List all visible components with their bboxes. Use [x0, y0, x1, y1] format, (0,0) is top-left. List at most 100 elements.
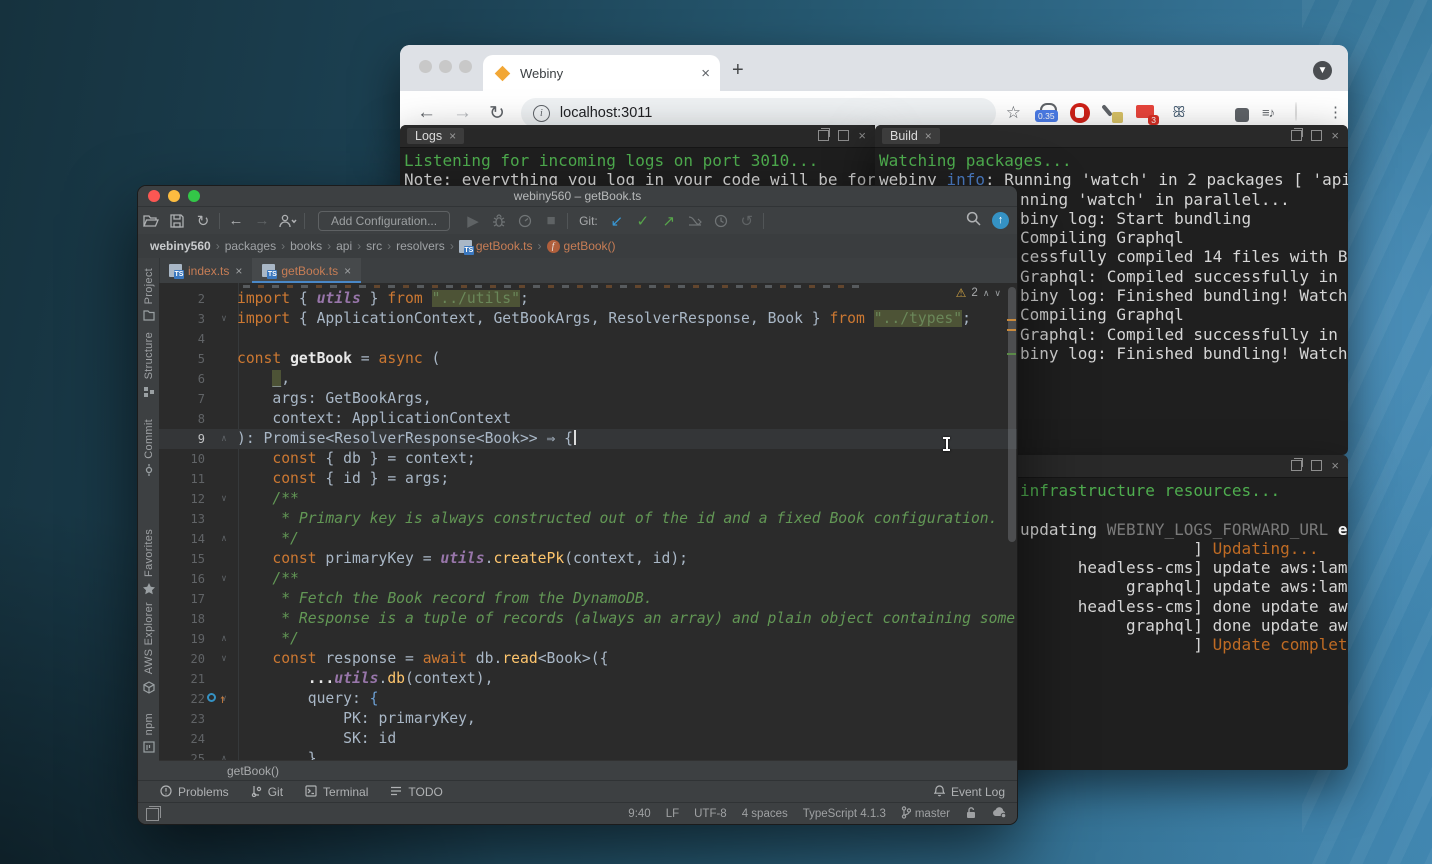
- browser-close-button[interactable]: [419, 60, 432, 73]
- next-warning-icon[interactable]: ∨: [994, 288, 1001, 299]
- change-stripe-mark[interactable]: [1007, 353, 1016, 355]
- maximize-icon[interactable]: [1311, 460, 1322, 471]
- breadcrumb-item[interactable]: api: [336, 239, 352, 253]
- editor-tab-index.ts[interactable]: TSindex.ts×: [159, 258, 252, 283]
- adblock-extension-icon[interactable]: [1070, 103, 1090, 123]
- git-merge-icon[interactable]: [682, 212, 708, 229]
- git-commit-check-icon[interactable]: ✓: [630, 212, 656, 230]
- restore-icon[interactable]: [1291, 460, 1302, 471]
- build-tab[interactable]: Build×: [882, 128, 940, 144]
- history-clock-icon[interactable]: [708, 212, 734, 229]
- inspection-widget[interactable]: ⚠ 2 ∧ ∨: [956, 286, 1001, 300]
- stop-icon[interactable]: ■: [538, 212, 564, 229]
- breadcrumb-item[interactable]: books: [290, 239, 322, 253]
- unlocked-icon[interactable]: [965, 806, 977, 822]
- url-text[interactable]: localhost:3011: [560, 105, 652, 121]
- logs-titlebar[interactable]: Logs× ×: [400, 125, 875, 148]
- playlist-extension-icon[interactable]: ≡♪: [1262, 103, 1282, 123]
- status-caret-position[interactable]: 9:40: [628, 808, 650, 820]
- close-icon[interactable]: ×: [449, 129, 456, 143]
- maximize-icon[interactable]: [1311, 130, 1322, 141]
- shield-extension-icon[interactable]: [1202, 103, 1222, 123]
- warning-stripe-mark[interactable]: [1007, 329, 1016, 331]
- status-indent-style[interactable]: 4 spaces: [742, 808, 788, 820]
- close-icon[interactable]: ×: [344, 264, 351, 278]
- ide-minimize-button[interactable]: [168, 190, 180, 202]
- ide-close-button[interactable]: [148, 190, 160, 202]
- search-everywhere-icon[interactable]: [966, 211, 981, 231]
- fold-marker[interactable]: ∨: [217, 489, 231, 509]
- fold-marker[interactable]: ∨: [217, 649, 231, 669]
- browser-menu-icon[interactable]: ⋮: [1328, 103, 1348, 123]
- navigate-forward-icon[interactable]: →: [249, 212, 275, 229]
- ide-zoom-button[interactable]: [188, 190, 200, 202]
- browser-zoom-button[interactable]: [459, 60, 472, 73]
- breadcrumb-item[interactable]: packages: [225, 239, 276, 253]
- breadcrumb-file[interactable]: TSgetBook.ts: [459, 239, 533, 253]
- open-folder-icon[interactable]: [138, 212, 164, 229]
- sidebar-item-commit[interactable]: Commit: [138, 419, 159, 480]
- warning-stripe-mark[interactable]: [1007, 319, 1016, 321]
- back-icon[interactable]: ←: [417, 102, 436, 124]
- breadcrumb-item[interactable]: src: [366, 239, 382, 253]
- tab-close-icon[interactable]: ×: [701, 65, 710, 82]
- status-typescript-version[interactable]: TypeScript 4.1.3: [803, 808, 886, 820]
- colorpicker-extension-icon[interactable]: [1103, 103, 1123, 123]
- code-editor[interactable]: 2import { utils } from "../utils";3∨impo…: [159, 283, 1017, 763]
- toolwindow-button-todo[interactable]: TODO: [390, 785, 442, 799]
- git-update-icon[interactable]: ↙: [604, 212, 630, 230]
- fold-marker[interactable]: ∧: [217, 529, 231, 549]
- fold-marker[interactable]: ∧: [217, 629, 231, 649]
- reload-icon[interactable]: ↻: [489, 102, 505, 125]
- add-configuration-button[interactable]: Add Configuration...: [318, 211, 450, 231]
- close-icon[interactable]: ×: [1331, 131, 1339, 140]
- editor-scrollbar[interactable]: [1008, 287, 1016, 542]
- rollback-icon[interactable]: ↺: [734, 212, 760, 230]
- sidebar-item-npm[interactable]: npm: [138, 713, 159, 756]
- bookmark-star-icon[interactable]: ☆: [1006, 103, 1021, 123]
- forward-icon[interactable]: →: [453, 102, 472, 124]
- close-icon[interactable]: ×: [1331, 461, 1339, 470]
- toolwindow-button-problems[interactable]: Problems: [160, 785, 229, 800]
- user-dropdown-icon[interactable]: [275, 212, 301, 229]
- fold-marker[interactable]: ∨: [217, 569, 231, 589]
- save-icon[interactable]: [164, 212, 190, 229]
- maximize-icon[interactable]: [838, 130, 849, 141]
- browser-tab-webiny[interactable]: Webiny ×: [483, 55, 720, 91]
- status-file-encoding[interactable]: UTF-8: [694, 808, 727, 820]
- restore-icon[interactable]: [1291, 130, 1302, 141]
- tab-search-chevron-icon[interactable]: ▼: [1313, 61, 1332, 80]
- editor-tab-getBook.ts[interactable]: TSgetBook.ts×: [252, 258, 361, 283]
- close-icon[interactable]: ×: [858, 131, 866, 140]
- git-branch-widget[interactable]: master: [901, 806, 950, 822]
- toolwindow-button-terminal[interactable]: Terminal: [305, 785, 368, 800]
- close-icon[interactable]: ×: [925, 129, 932, 143]
- run-gutter-icon[interactable]: ↑: [207, 692, 233, 706]
- site-info-icon[interactable]: i: [533, 105, 550, 122]
- event-log-button[interactable]: Event Log: [934, 785, 1005, 800]
- toolwindow-button-git[interactable]: Git: [251, 785, 283, 800]
- sidebar-item-favorites[interactable]: Favorites: [138, 529, 159, 598]
- browser-minimize-button[interactable]: [439, 60, 452, 73]
- logs-tab[interactable]: Logs×: [407, 128, 464, 144]
- sync-icon[interactable]: ↻: [190, 212, 216, 230]
- speed-gauge-extension-icon[interactable]: 0.35: [1037, 103, 1057, 123]
- build-titlebar[interactable]: Build× ×: [875, 125, 1348, 148]
- address-bar[interactable]: i localhost:3011: [521, 98, 996, 128]
- run-icon[interactable]: ▶: [460, 212, 486, 230]
- breadcrumb-function[interactable]: fgetBook(): [547, 239, 616, 253]
- mail-extension-icon[interactable]: 3: [1136, 103, 1156, 123]
- debug-bug-icon[interactable]: [486, 212, 512, 229]
- ide-titlebar[interactable]: webiny560 – getBook.ts: [138, 186, 1017, 207]
- extensions-puzzle-icon[interactable]: [1235, 108, 1249, 122]
- prev-warning-icon[interactable]: ∧: [983, 288, 990, 299]
- sidebar-item-aws-explorer[interactable]: AWS Explorer: [138, 602, 159, 696]
- fold-marker[interactable]: ∧: [217, 429, 231, 449]
- new-tab-button[interactable]: +: [732, 59, 744, 82]
- restore-icon[interactable]: [818, 130, 829, 141]
- cloud-settings-icon[interactable]: [992, 806, 1007, 821]
- profiler-icon[interactable]: [512, 212, 538, 229]
- sidebar-item-structure[interactable]: Structure: [138, 332, 159, 400]
- profile-avatar[interactable]: [1295, 103, 1315, 123]
- privacy-extension-icon[interactable]: ꕥ: [1169, 103, 1189, 123]
